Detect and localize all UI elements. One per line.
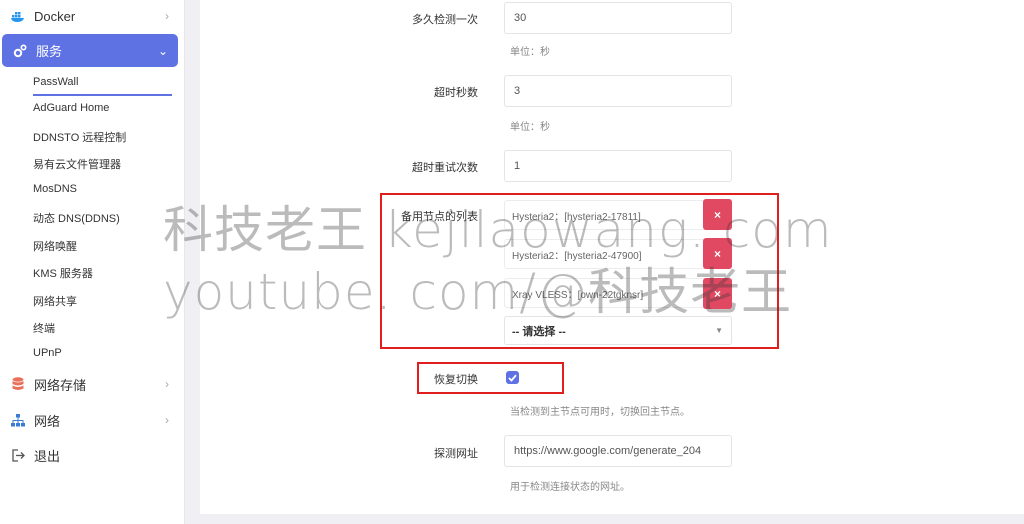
sidebar-subitem-terminal[interactable]: 终端 [33,320,55,336]
sidebar-subitem-ddns[interactable]: 动态 DNS(DDNS) [33,210,120,226]
logout-icon [10,447,26,463]
sidebar-item-storage[interactable]: 网络存储 › [0,374,185,394]
retry-input[interactable]: 1 [504,150,732,182]
interval-label: 多久检测一次 [412,14,478,26]
sidebar-subitem-adguard[interactable]: AdGuard Home [33,102,109,114]
sidebar: Docker › 服务 ⌄ PassWall AdGuard Home DDNS… [0,0,185,524]
timeout-unit-hint: 单位：秒 [510,122,550,133]
sidebar-subitem-linkease[interactable]: 易有云文件管理器 [33,156,121,172]
sidebar-item-label: 服务 [36,44,63,59]
network-icon [10,412,26,428]
probe-url-label: 探测网址 [434,448,478,460]
sidebar-subitem-kms[interactable]: KMS 服务器 [33,265,93,281]
docker-icon [10,8,26,24]
sidebar-subitem-passwall[interactable]: PassWall [33,76,172,96]
highlight-box-backup-nodes [380,193,779,349]
chevron-right-icon: › [165,9,169,23]
timeout-label: 超时秒数 [434,87,478,99]
gears-icon [12,43,28,59]
sidebar-subitem-upnp[interactable]: UPnP [33,347,62,359]
interval-input[interactable]: 30 [504,2,732,34]
chevron-right-icon: › [165,413,169,427]
interval-unit-hint: 单位：秒 [510,47,550,58]
restore-hint: 当检测到主节点可用时，切换回主节点。 [510,407,690,418]
chevron-down-icon: ⌄ [157,43,168,58]
sidebar-item-label: 网络存储 [34,377,87,393]
sidebar-subitem-ddnsto[interactable]: DDNSTO 远程控制 [33,129,126,145]
sidebar-item-network[interactable]: 网络 › [0,410,185,430]
chevron-right-icon: › [165,377,169,391]
sidebar-item-label: Docker [34,8,76,24]
retry-label: 超时重试次数 [412,162,478,174]
sidebar-item-docker[interactable]: Docker › [0,6,185,26]
probe-url-input[interactable]: https://www.google.com/generate_204 [504,435,732,467]
probe-url-hint: 用于检测连接状态的网址。 [510,482,630,493]
sidebar-item-label: 网络 [34,413,61,429]
sidebar-subitem-wol[interactable]: 网络唤醒 [33,238,77,254]
sidebar-item-services[interactable]: 服务 ⌄ [2,34,178,67]
sidebar-subitem-mosdns[interactable]: MosDNS [33,183,77,195]
highlight-box-restore [417,362,564,394]
sidebar-item-label: 退出 [34,448,61,464]
timeout-input[interactable]: 3 [504,75,732,107]
database-icon [10,376,26,392]
sidebar-subitem-share[interactable]: 网络共享 [33,293,77,309]
sidebar-item-logout[interactable]: 退出 [0,445,185,465]
